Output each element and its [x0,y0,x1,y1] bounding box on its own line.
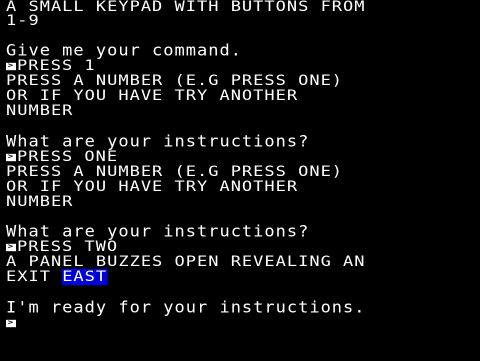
player-input-line: > PRESS ONE [6,148,119,166]
response-line: PRESS A NUMBER (E.G PRESS ONE) [6,72,344,90]
input-cursor-icon[interactable]: > [6,319,16,327]
command-prompt: What are your instructions? [6,132,310,152]
game-screen: A SMALL KEYPAD WITH BUTTONS FROM 1-9 Giv… [0,0,480,361]
input-marker-icon: > [6,242,16,251]
room-description-line: 1-9 [6,12,40,30]
command-prompt: I'm ready for your instructions. [6,298,366,318]
player-input-line: > PRESS TWO [6,238,119,256]
player-command: PRESS TWO [17,238,119,256]
exit-east-highlight: EAST [62,268,108,286]
response-line: OR IF YOU HAVE TRY ANOTHER [6,87,299,105]
input-marker-icon: > [6,152,16,161]
command-prompt: What are your instructions? [6,222,310,242]
response-line: PRESS A NUMBER (E.G PRESS ONE) [6,163,344,181]
player-command: PRESS ONE [17,148,119,166]
exit-label: EXIT [6,268,63,286]
exit-line: EXIT EAST [6,268,108,286]
response-line: A PANEL BUZZES OPEN REVEALING AN [6,253,366,271]
player-command: PRESS 1 [17,57,96,75]
response-line: NUMBER [6,102,74,120]
response-line: OR IF YOU HAVE TRY ANOTHER [6,178,299,196]
response-line: NUMBER [6,193,74,211]
command-input-line[interactable]: > [6,317,17,329]
input-marker-icon: > [6,61,16,70]
room-description-line: A SMALL KEYPAD WITH BUTTONS FROM [6,0,366,16]
command-prompt: Give me your command. [6,41,242,61]
player-input-line: > PRESS 1 [6,57,96,75]
